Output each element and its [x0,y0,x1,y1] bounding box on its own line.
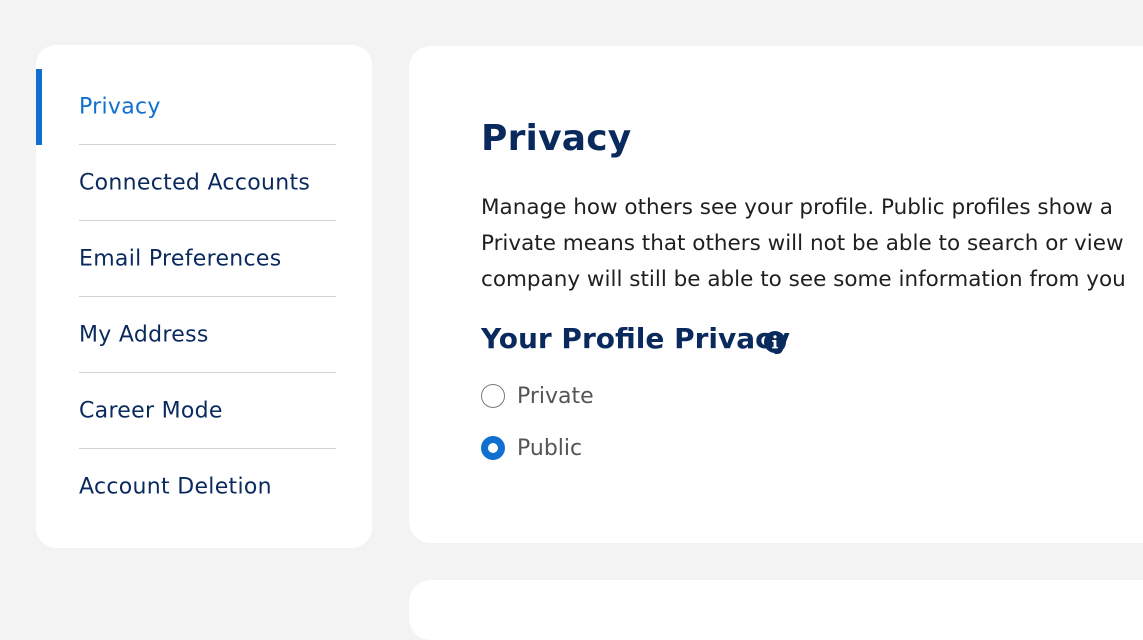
sidebar-item-email-preferences[interactable]: Email Preferences [36,221,372,297]
sidebar-item-label: Account Deletion [79,474,272,500]
privacy-option-public[interactable]: Public [481,433,582,463]
sidebar-item-account-deletion[interactable]: Account Deletion [36,449,372,525]
page-title: Privacy [481,118,632,159]
active-indicator [36,69,42,145]
description-line: Manage how others see your profile. Publ… [481,195,1113,220]
sidebar-item-label: Career Mode [79,398,223,424]
privacy-description: Manage how others see your profile. Publ… [481,190,1143,298]
privacy-option-private[interactable]: Private [481,381,594,411]
next-settings-card [409,580,1143,640]
sidebar-item-career-mode[interactable]: Career Mode [36,373,372,449]
sidebar-item-label: My Address [79,322,209,348]
public-radio[interactable] [481,436,505,460]
profile-privacy-heading: Your Profile Privacy [481,322,791,355]
sidebar-item-privacy[interactable]: Privacy [36,69,372,145]
sidebar-item-label: Privacy [79,94,161,120]
sidebar-item-connected-accounts[interactable]: Connected Accounts [36,145,372,221]
settings-nav-list: Privacy Connected Accounts Email Prefere… [36,69,372,525]
description-line: Private means that others will not be ab… [481,231,1124,256]
sidebar-item-label: Connected Accounts [79,170,311,196]
radio-label: Private [517,383,594,409]
radio-dot [488,443,498,453]
private-radio[interactable] [481,384,505,408]
info-icon[interactable] [763,330,787,354]
settings-sidebar: Privacy Connected Accounts Email Prefere… [36,45,372,548]
sidebar-item-label: Email Preferences [79,246,282,272]
description-line: company will still be able to see some i… [481,267,1126,292]
radio-label: Public [517,435,583,461]
sidebar-item-my-address[interactable]: My Address [36,297,372,373]
privacy-card: Privacy Manage how others see your profi… [409,46,1143,543]
